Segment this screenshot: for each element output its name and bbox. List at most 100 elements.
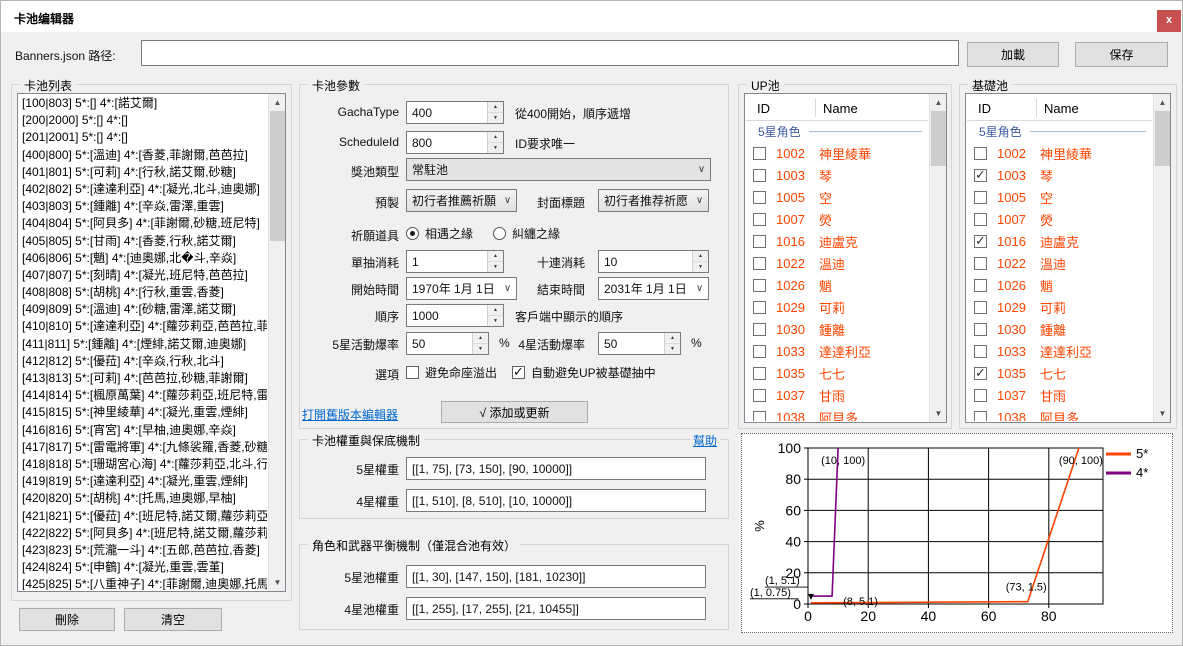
table-row[interactable]: 1016迪盧克 (746, 230, 928, 252)
checkbox-unchecked-icon[interactable] (974, 279, 987, 292)
base-pool-scrollbar[interactable]: ▲ ▼ (1153, 94, 1170, 422)
table-row[interactable]: 1037甘雨 (967, 384, 1152, 406)
clear-button[interactable]: 清空 (124, 608, 222, 631)
table-row[interactable]: 1016迪盧克 (967, 230, 1152, 252)
list-item[interactable]: [400|800] 5*:[溫迪] 4*:[香菱,菲謝爾,芭芭拉] (19, 147, 267, 164)
list-item[interactable]: [201|2001] 5*:[] 4*:[] (19, 129, 267, 146)
checkbox-unchecked-icon[interactable] (753, 257, 766, 270)
list-item[interactable]: [414|814] 5*:[楓原萬葉] 4*:[蘿莎莉亞,班尼特,雷澤] (19, 387, 267, 404)
pool-list-scrollbar[interactable]: ▲ ▼ (268, 94, 285, 591)
table-row[interactable]: 1005空 (746, 186, 928, 208)
checkbox-unchecked-icon[interactable] (974, 301, 987, 314)
list-item[interactable]: [407|807] 5*:[刻晴] 4*:[凝光,班尼特,芭芭拉] (19, 267, 267, 284)
list-item[interactable]: [421|821] 5*:[優菈] 4*:[班尼特,諾艾爾,蘿莎莉亞] (19, 508, 267, 525)
singlecost-value[interactable]: 1 (407, 251, 487, 272)
list-item[interactable]: [416|816] 5*:[宵宮] 4*:[早柚,迪奧娜,辛焱] (19, 422, 267, 439)
table-row[interactable]: 1007熒 (746, 208, 928, 230)
table-row[interactable]: 1033達達利亞 (746, 340, 928, 362)
checkbox-unchecked-icon[interactable] (753, 235, 766, 248)
checkbox-unchecked-icon[interactable] (753, 323, 766, 336)
table-row[interactable]: 1029可莉 (967, 296, 1152, 318)
radio-intertwined-fate[interactable]: 糾纏之緣 (493, 225, 560, 242)
checkbox-unchecked-icon[interactable] (753, 147, 766, 160)
open-old-editor-link[interactable]: 打開舊版本編輯器 (302, 406, 398, 423)
table-row[interactable]: 1026魈 (967, 274, 1152, 296)
checkbox-unchecked-icon[interactable] (753, 367, 766, 380)
list-item[interactable]: [422|822] 5*:[阿貝多] 4*:[班尼特,諾艾爾,蘿莎莉亞] (19, 525, 267, 542)
table-row[interactable]: 1022溫迪 (967, 252, 1152, 274)
list-item[interactable]: [418|818] 5*:[珊瑚宮心海] 4*:[蘿莎莉亞,北斗,行秋] (19, 456, 267, 473)
list-item[interactable]: [403|803] 5*:[鍾離] 4*:[辛焱,雷澤,重雲] (19, 198, 267, 215)
tencost-value[interactable]: 10 (599, 251, 692, 272)
list-item[interactable]: [409|809] 5*:[溫迪] 4*:[砂糖,雷澤,諾艾爾] (19, 301, 267, 318)
list-item[interactable]: [401|801] 5*:[可莉] 4*:[行秋,諾艾爾,砂糖] (19, 164, 267, 181)
list-item[interactable]: [100|803] 5*:[] 4*:[諾艾爾] (19, 95, 267, 112)
spin-up-icon[interactable]: ▲ (488, 305, 503, 316)
path-input[interactable] (141, 40, 959, 66)
spin-down-icon[interactable]: ▼ (488, 113, 503, 123)
table-row[interactable]: 1003琴 (967, 164, 1152, 186)
spin-up-icon[interactable]: ▲ (488, 132, 503, 143)
list-item[interactable]: [200|2000] 5*:[] 4*:[] (19, 112, 267, 129)
gachatype-value[interactable]: 400 (407, 102, 487, 123)
table-row[interactable]: 1038阿貝多 (746, 406, 928, 421)
list-item[interactable]: [406|806] 5*:[魈] 4*:[迪奧娜,北�斗,辛焱] (19, 250, 267, 267)
checkbox-unchecked-icon[interactable] (974, 257, 987, 270)
base-pool-list[interactable]: ID Name 5星角色 1002神里綾華1003琴1005空1007熒1016… (965, 93, 1171, 423)
spin-up-icon[interactable]: ▲ (473, 333, 488, 344)
checkbox-unchecked-icon[interactable] (974, 345, 987, 358)
order-value[interactable]: 1000 (407, 305, 487, 326)
scroll-up-icon[interactable]: ▲ (930, 94, 947, 111)
star5rate-value[interactable]: 50 (407, 333, 472, 354)
star4rate-value[interactable]: 50 (599, 333, 664, 354)
table-row[interactable]: 1038阿貝多 (967, 406, 1152, 421)
checkbox-unchecked-icon[interactable] (974, 389, 987, 402)
table-row[interactable]: 1002神里綾華 (746, 142, 928, 164)
list-item[interactable]: [425|825] 5*:[八重神子] 4*:[菲謝爾,迪奧娜,托馬] (19, 576, 267, 590)
scroll-up-icon[interactable]: ▲ (269, 94, 286, 111)
scrollbar-thumb[interactable] (1155, 111, 1170, 166)
star4poolweight-field[interactable]: [[1, 255], [17, 255], [21, 10455]] (406, 597, 706, 620)
scroll-down-icon[interactable]: ▼ (269, 574, 286, 591)
spin-up-icon[interactable]: ▲ (665, 333, 680, 344)
table-row[interactable]: 1037甘雨 (746, 384, 928, 406)
spin-down-icon[interactable]: ▼ (665, 344, 680, 354)
table-row[interactable]: 1003琴 (746, 164, 928, 186)
list-item[interactable]: [417|817] 5*:[雷電將軍] 4*:[九條裟羅,香菱,砂糖] (19, 439, 267, 456)
list-item[interactable]: [410|810] 5*:[達達利亞] 4*:[蘿莎莉亞,芭芭拉,菲謝爾] (19, 318, 267, 335)
pooltype-combobox[interactable]: 常駐池 ∨ (406, 158, 711, 181)
close-icon[interactable]: x (1157, 10, 1181, 32)
delete-button[interactable]: 刪除 (19, 608, 115, 631)
scheduleid-value[interactable]: 800 (407, 132, 487, 153)
spin-down-icon[interactable]: ▼ (488, 316, 503, 326)
up-pool-list[interactable]: ID Name 5星角色 1002神里綾華1003琴1005空1007熒1016… (744, 93, 947, 423)
spin-down-icon[interactable]: ▼ (488, 143, 503, 153)
star5poolweight-field[interactable]: [[1, 30], [147, 150], [181, 10230]] (406, 565, 706, 588)
help-link[interactable]: 幫助 (690, 432, 720, 449)
load-button[interactable]: 加載 (967, 42, 1059, 67)
checkbox-unchecked-icon[interactable] (753, 169, 766, 182)
list-item[interactable]: [420|820] 5*:[胡桃] 4*:[托馬,迪奧娜,早柚] (19, 490, 267, 507)
spin-down-icon[interactable]: ▼ (693, 262, 708, 272)
list-item[interactable]: [408|808] 5*:[胡桃] 4*:[行秋,重雲,香菱] (19, 284, 267, 301)
gachatype-spinner[interactable]: 400 ▲▼ (406, 101, 504, 124)
checkbox-unchecked-icon[interactable] (753, 411, 766, 422)
table-row[interactable]: 1007熒 (967, 208, 1152, 230)
spin-up-icon[interactable]: ▲ (488, 102, 503, 113)
spin-up-icon[interactable]: ▲ (693, 251, 708, 262)
star5rate-spinner[interactable]: 50 ▲▼ (406, 332, 489, 355)
radio-acquaint-fate[interactable]: 相遇之緣 (406, 225, 473, 242)
list-item[interactable]: [419|819] 5*:[達達利亞] 4*:[凝光,重雲,煙緋] (19, 473, 267, 490)
avoid-constellation-overflow-checkbox[interactable]: 避免命座溢出 (406, 364, 497, 381)
list-item[interactable]: [404|804] 5*:[阿貝多] 4*:[菲謝爾,砂糖,班尼特] (19, 215, 267, 232)
scheduleid-spinner[interactable]: 800 ▲▼ (406, 131, 504, 154)
list-item[interactable]: [402|802] 5*:[達達利亞] 4*:[凝光,北斗,迪奧娜] (19, 181, 267, 198)
table-row[interactable]: 1035七七 (746, 362, 928, 384)
star4weight-field[interactable]: [[1, 510], [8, 510], [10, 10000]] (406, 489, 706, 512)
checkbox-unchecked-icon[interactable] (974, 323, 987, 336)
list-item[interactable]: [411|811] 5*:[鍾離] 4*:[煙緋,諾艾爾,迪奧娜] (19, 336, 267, 353)
checkbox-unchecked-icon[interactable] (974, 147, 987, 160)
checkbox-unchecked-icon[interactable] (753, 345, 766, 358)
pool-listbox[interactable]: [100|803] 5*:[] 4*:[諾艾爾][200|2000] 5*:[]… (17, 93, 286, 592)
star5weight-field[interactable]: [[1, 75], [73, 150], [90, 10000]] (406, 457, 706, 480)
